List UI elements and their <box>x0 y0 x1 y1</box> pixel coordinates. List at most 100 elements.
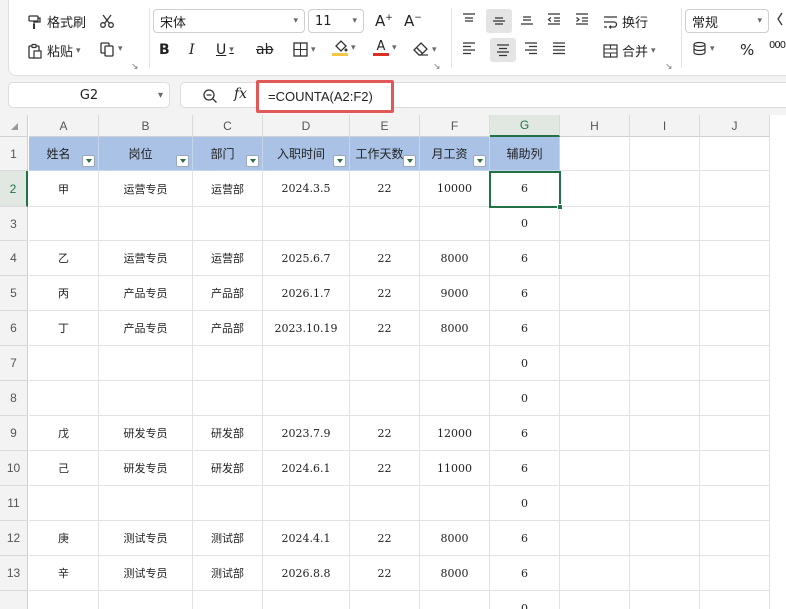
table-cell[interactable]: 测试专员 <box>99 556 193 591</box>
table-cell[interactable] <box>99 591 193 609</box>
table-cell[interactable]: 乙 <box>29 241 99 276</box>
row-header[interactable]: 10 <box>0 451 28 486</box>
align-center-button[interactable] <box>490 38 516 62</box>
table-cell[interactable]: 12000 <box>420 416 490 451</box>
table-cell[interactable]: 6 <box>490 241 560 276</box>
italic-button[interactable]: I <box>189 42 195 58</box>
insert-function-button[interactable]: fx <box>234 86 247 102</box>
table-cell[interactable]: 0 <box>490 346 560 381</box>
table-cell[interactable]: 2026.1.7 <box>263 276 350 311</box>
zoom-button[interactable] <box>202 88 218 104</box>
table-cell[interactable]: 庚 <box>29 521 99 556</box>
table-cell[interactable]: 运营专员 <box>99 241 193 276</box>
table-cell[interactable]: 22 <box>350 171 420 207</box>
font-launcher-icon[interactable]: ↘ <box>433 62 441 72</box>
row-header[interactable] <box>0 591 28 609</box>
table-cell[interactable] <box>700 591 770 609</box>
table-cell[interactable]: 产品专员 <box>99 276 193 311</box>
table-cell[interactable] <box>630 521 700 556</box>
fill-handle[interactable] <box>557 204 563 210</box>
table-cell[interactable] <box>700 451 770 486</box>
table-cell[interactable]: 2024.4.1 <box>263 521 350 556</box>
table-cell[interactable] <box>560 207 630 241</box>
row-header[interactable]: 2 <box>0 171 28 207</box>
table-cell[interactable] <box>700 207 770 241</box>
table-cell[interactable] <box>29 207 99 241</box>
table-cell[interactable]: 研发部 <box>193 416 263 451</box>
table-cell[interactable] <box>560 521 630 556</box>
table-cell[interactable] <box>630 137 700 171</box>
row-header[interactable]: 5 <box>0 276 28 311</box>
table-cell[interactable] <box>700 346 770 381</box>
table-cell[interactable] <box>263 486 350 521</box>
table-cell[interactable] <box>560 311 630 346</box>
strikethrough-button[interactable]: ab <box>256 42 273 58</box>
table-cell[interactable] <box>700 241 770 276</box>
table-cell[interactable]: 测试部 <box>193 556 263 591</box>
column-header-c[interactable]: C <box>193 115 263 137</box>
font-size-select[interactable]: 11 ▾ <box>308 9 364 33</box>
table-cell[interactable] <box>560 381 630 416</box>
table-cell[interactable]: 研发部 <box>193 451 263 486</box>
table-cell[interactable] <box>420 207 490 241</box>
table-cell[interactable]: 22 <box>350 241 420 276</box>
column-header-b[interactable]: B <box>99 115 193 137</box>
table-cell[interactable]: 测试专员 <box>99 521 193 556</box>
table-cell[interactable] <box>420 486 490 521</box>
table-cell[interactable] <box>630 486 700 521</box>
table-cell[interactable]: 8000 <box>420 311 490 346</box>
row-header[interactable]: 7 <box>0 346 28 381</box>
table-cell[interactable] <box>560 241 630 276</box>
table-cell[interactable]: 0 <box>490 207 560 241</box>
copy-button[interactable]: ▾ <box>99 41 123 57</box>
row-header[interactable]: 1 <box>0 137 28 171</box>
table-cell[interactable] <box>630 451 700 486</box>
table-cell[interactable] <box>99 207 193 241</box>
table-cell[interactable] <box>630 241 700 276</box>
table-cell[interactable]: 运营部 <box>193 241 263 276</box>
fill-color-button[interactable]: ▾ <box>332 40 356 56</box>
table-cell[interactable]: 0 <box>490 486 560 521</box>
table-cell[interactable]: 戊 <box>29 416 99 451</box>
table-cell[interactable] <box>700 381 770 416</box>
table-cell[interactable] <box>350 591 420 609</box>
header-cell[interactable]: 辅助列 <box>490 137 560 171</box>
table-cell[interactable]: 22 <box>350 416 420 451</box>
table-cell[interactable] <box>29 346 99 381</box>
table-cell[interactable]: 22 <box>350 311 420 346</box>
currency-button[interactable]: ▾ <box>692 41 715 56</box>
align-bottom-button[interactable] <box>519 12 535 26</box>
clipboard-launcher-icon[interactable]: ↘ <box>131 62 139 72</box>
table-cell[interactable]: 6 <box>490 556 560 591</box>
table-cell[interactable] <box>700 521 770 556</box>
table-cell[interactable] <box>560 171 630 207</box>
table-cell[interactable] <box>630 416 700 451</box>
table-cell[interactable] <box>700 276 770 311</box>
table-cell[interactable] <box>700 486 770 521</box>
table-cell[interactable] <box>560 346 630 381</box>
table-cell[interactable]: 0 <box>490 381 560 416</box>
table-cell[interactable] <box>29 486 99 521</box>
table-cell[interactable] <box>630 311 700 346</box>
bold-button[interactable]: B <box>159 42 170 58</box>
underline-button[interactable]: U ▾ <box>216 42 234 58</box>
table-cell[interactable] <box>193 346 263 381</box>
table-cell[interactable]: 产品部 <box>193 276 263 311</box>
column-header-e[interactable]: E <box>350 115 420 137</box>
table-cell[interactable] <box>420 381 490 416</box>
column-header-h[interactable]: H <box>560 115 630 137</box>
filter-dropdown-icon[interactable] <box>403 155 416 167</box>
table-cell[interactable] <box>350 346 420 381</box>
filter-dropdown-icon[interactable] <box>333 155 346 167</box>
table-cell[interactable] <box>29 381 99 416</box>
row-header[interactable]: 4 <box>0 241 28 276</box>
table-cell[interactable]: 运营部 <box>193 171 263 207</box>
table-cell[interactable] <box>263 207 350 241</box>
table-cell[interactable] <box>350 381 420 416</box>
table-cell[interactable] <box>193 207 263 241</box>
table-cell[interactable] <box>700 416 770 451</box>
table-cell[interactable] <box>99 486 193 521</box>
table-cell[interactable] <box>99 381 193 416</box>
select-all-corner[interactable] <box>0 115 28 137</box>
column-header-a[interactable]: A <box>29 115 99 137</box>
